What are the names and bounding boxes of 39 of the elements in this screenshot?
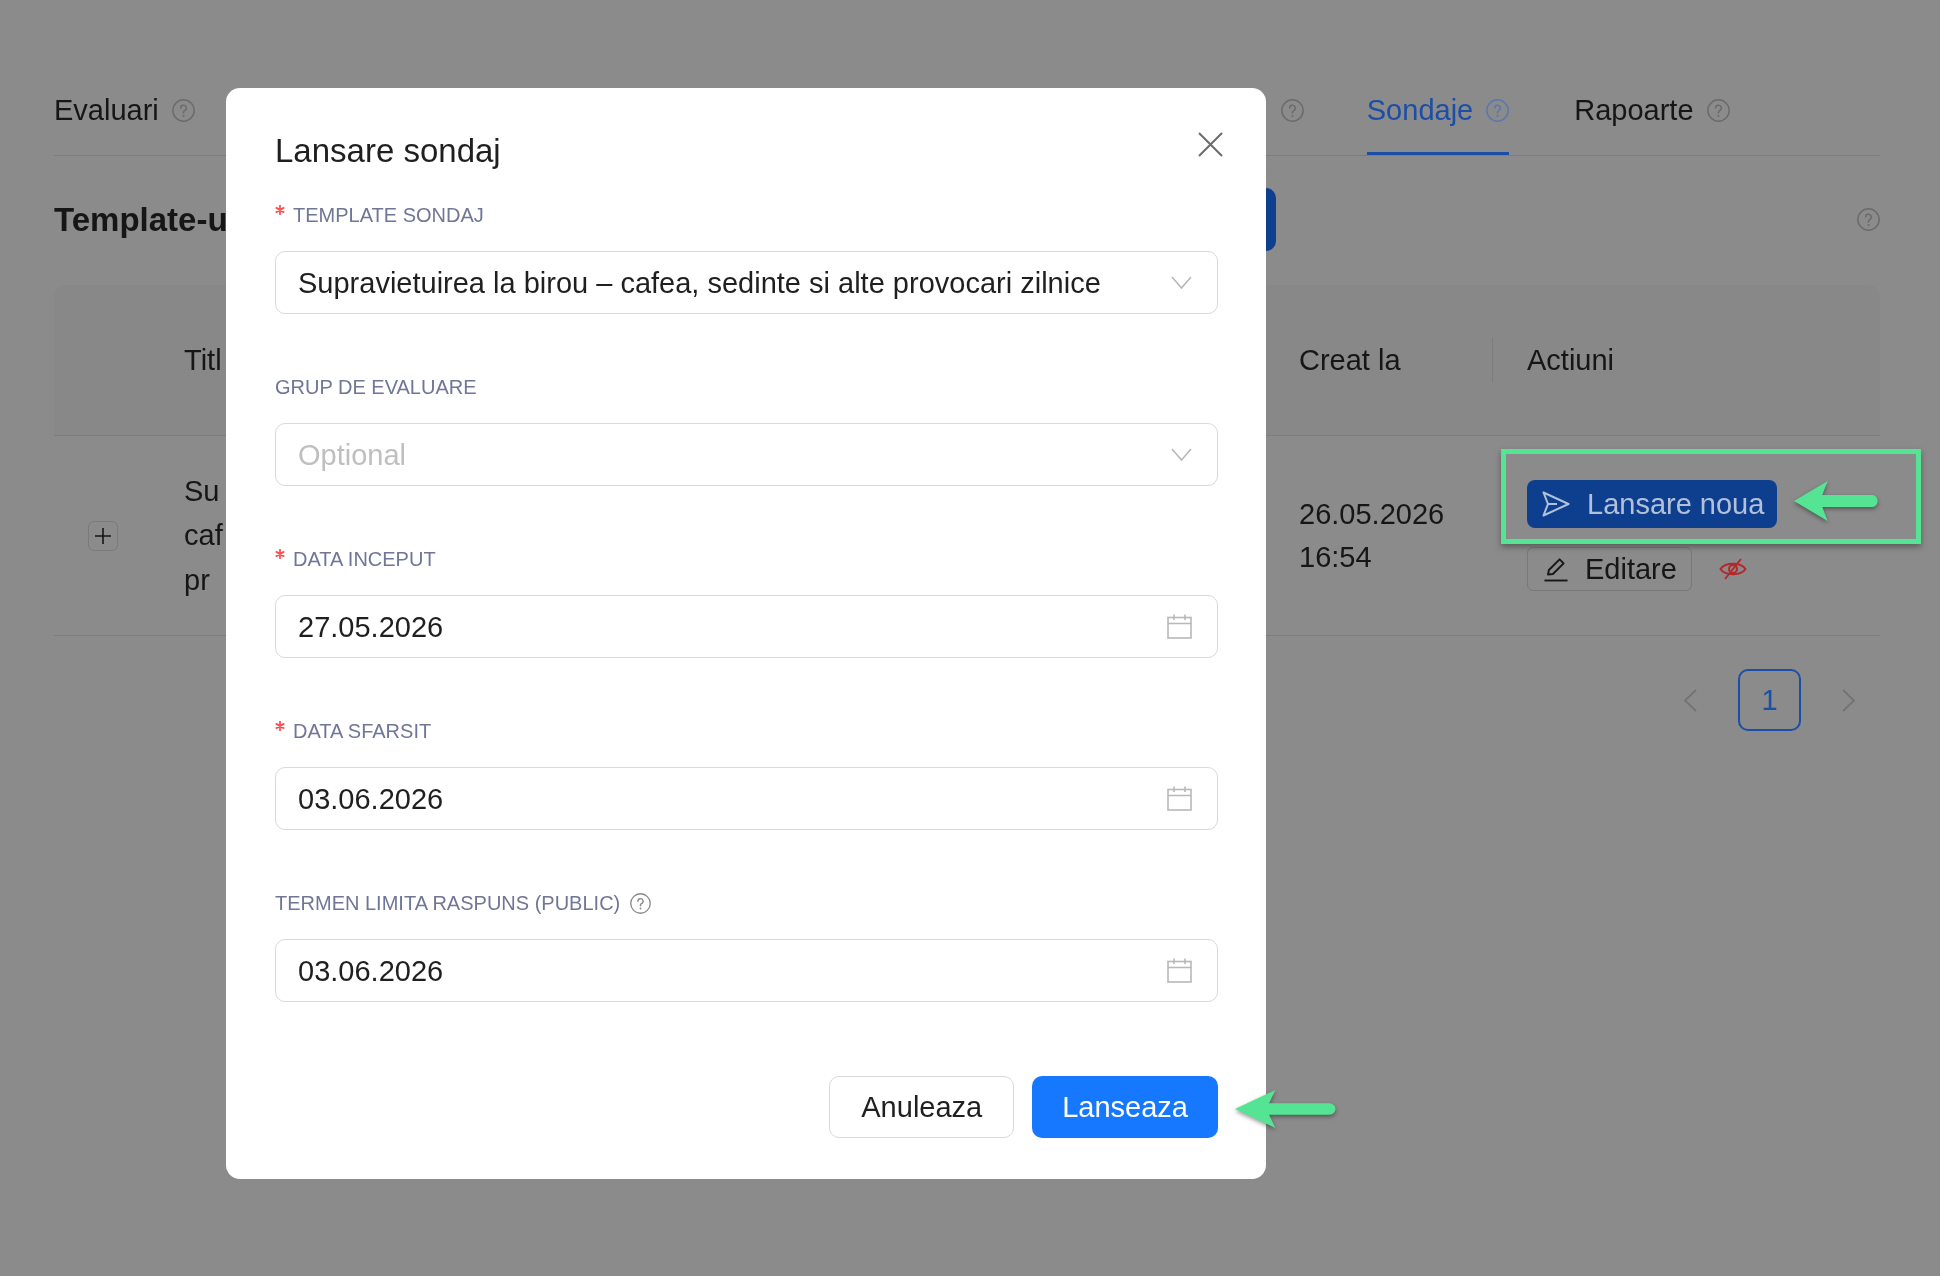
plus-icon [95, 527, 111, 544]
eye-off-icon[interactable] [1718, 558, 1747, 580]
expand-button[interactable] [88, 520, 118, 551]
column-header: Creat la [1299, 343, 1401, 378]
help-icon [1486, 98, 1510, 122]
primary-button[interactable] [1266, 188, 1276, 251]
column-header: Titl [184, 343, 222, 378]
column-header: Actiuni [1527, 344, 1615, 376]
close-button[interactable] [1198, 132, 1223, 157]
field-label: TERMEN LIMITA RASPUNS (PUBLIC) [275, 891, 621, 916]
help-icon [1857, 208, 1880, 231]
tab[interactable]: Evaluari [54, 90, 195, 155]
field-label: GRUP DE EVALUARE [275, 375, 477, 400]
help-icon [171, 98, 195, 122]
calendar-icon [1167, 786, 1192, 811]
pencil-icon [1543, 556, 1569, 582]
section-title: Template-u [54, 199, 228, 240]
table-cell-text: Su caf pr [184, 473, 223, 598]
dialog-title: Lansare sondaj [275, 131, 501, 171]
date-field[interactable]: 03.06.2026 [275, 767, 1218, 830]
send-icon [1542, 490, 1570, 518]
select-field[interactable]: Supravietuirea la birou – cafea, sedinte si alte provocari zilnice [275, 251, 1218, 314]
date-field[interactable]: 27.05.2026 [275, 595, 1218, 658]
tab[interactable]: Rapoarte [1574, 90, 1730, 155]
help-icon [1706, 98, 1730, 122]
field-label: TEMPLATE SONDAJ [293, 203, 484, 228]
chevron-down-icon [1171, 275, 1192, 290]
help-icon [1280, 98, 1304, 122]
close-icon [1198, 132, 1223, 157]
date-field[interactable]: 03.06.2026 [275, 939, 1218, 1002]
edit-button[interactable]: Editare [1527, 547, 1692, 591]
calendar-icon [1167, 958, 1192, 983]
cancel-button[interactable]: Anuleaza [829, 1076, 1015, 1138]
launch-button[interactable]: Lanseaza [1032, 1076, 1218, 1138]
calendar-icon [1167, 614, 1192, 639]
chevron-down-icon [1171, 447, 1192, 462]
table-cell-text: 26.05.2026 16:54 [1299, 496, 1446, 575]
field-label: DATA INCEPUT [293, 547, 436, 572]
field-label: DATA SFARSIT [293, 719, 432, 744]
